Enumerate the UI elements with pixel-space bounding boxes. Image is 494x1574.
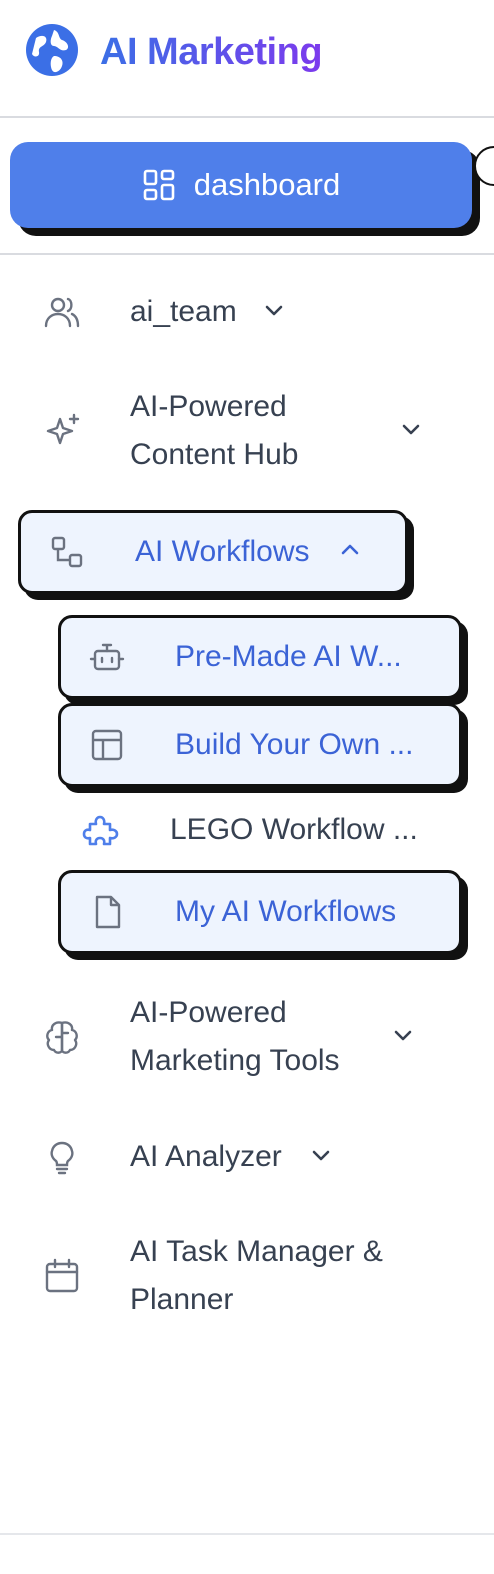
- globe-logo-icon: [24, 22, 80, 83]
- label-line: AI Task Manager &: [130, 1235, 383, 1268]
- sidebar-item-ai-analyzer[interactable]: AI Analyzer: [42, 1133, 334, 1181]
- sidebar-item-label: AI Analyzer: [130, 1140, 282, 1173]
- task-manager-label: AI Task Manager & Planner: [130, 1228, 383, 1324]
- sidebar-item-content-hub[interactable]: AI-Powered Content Hub: [42, 383, 424, 479]
- label-line: AI-Powered: [130, 996, 287, 1029]
- layout-panel-icon: [87, 725, 127, 765]
- chevron-down-icon[interactable]: [308, 1142, 334, 1173]
- sidebar-item-marketing-tools[interactable]: AI-Powered Marketing Tools: [42, 989, 416, 1085]
- bot-icon: [87, 637, 127, 677]
- label-line: Content Hub: [130, 438, 299, 471]
- users-icon: [42, 292, 82, 332]
- workflow-icon: [47, 532, 87, 572]
- subitem-label: Build Your Own ...: [175, 728, 414, 761]
- puzzle-icon: [82, 810, 122, 850]
- subitem-premade-ai-workflows[interactable]: Pre-Made AI W...: [58, 615, 462, 699]
- chevron-down-icon[interactable]: [390, 1022, 416, 1053]
- chevron-down-icon[interactable]: [398, 416, 424, 447]
- subitem-label: My AI Workflows: [175, 895, 397, 928]
- sidebar-item-label: ai_team: [130, 295, 237, 328]
- dashboard-grid-icon: [143, 169, 175, 201]
- subitem-label: LEGO Workflow ...: [170, 813, 418, 846]
- subitem-label: Pre-Made AI W...: [175, 640, 402, 673]
- calendar-icon: [42, 1256, 82, 1296]
- label-line: Planner: [130, 1283, 234, 1316]
- sidebar-item-label: AI Workflows: [135, 535, 310, 568]
- brand[interactable]: AI Marketing: [24, 22, 323, 83]
- subitem-my-ai-workflows[interactable]: My AI Workflows: [58, 870, 462, 954]
- chevron-down-icon[interactable]: [261, 297, 287, 328]
- chevron-up-icon[interactable]: [337, 537, 363, 568]
- label-line: AI-Powered: [130, 390, 287, 423]
- sidebar-item-ai-team[interactable]: ai_team: [42, 288, 287, 336]
- sidebar-item-task-manager[interactable]: AI Task Manager & Planner: [42, 1228, 383, 1324]
- sparkles-icon: [42, 411, 82, 451]
- brain-icon: [42, 1017, 82, 1057]
- dashboard-label: dashboard: [193, 167, 341, 202]
- footer-divider: [0, 1533, 494, 1535]
- label-line: Marketing Tools: [130, 1044, 340, 1077]
- app-title: AI Marketing: [100, 30, 323, 73]
- sidebar-item-ai-workflows[interactable]: AI Workflows: [18, 510, 408, 594]
- lightbulb-icon: [42, 1137, 82, 1177]
- dashboard-button[interactable]: dashboard: [10, 142, 472, 228]
- marketing-tools-label: AI-Powered Marketing Tools: [130, 989, 340, 1085]
- content-hub-label: AI-Powered Content Hub: [130, 383, 298, 479]
- divider: [0, 116, 494, 118]
- subitem-lego-workflow[interactable]: LEGO Workflow ...: [82, 806, 418, 854]
- subitem-build-your-own[interactable]: Build Your Own ...: [58, 703, 462, 787]
- divider: [0, 253, 494, 255]
- sidebar-collapse-toggle[interactable]: [474, 146, 494, 186]
- file-icon: [87, 892, 127, 932]
